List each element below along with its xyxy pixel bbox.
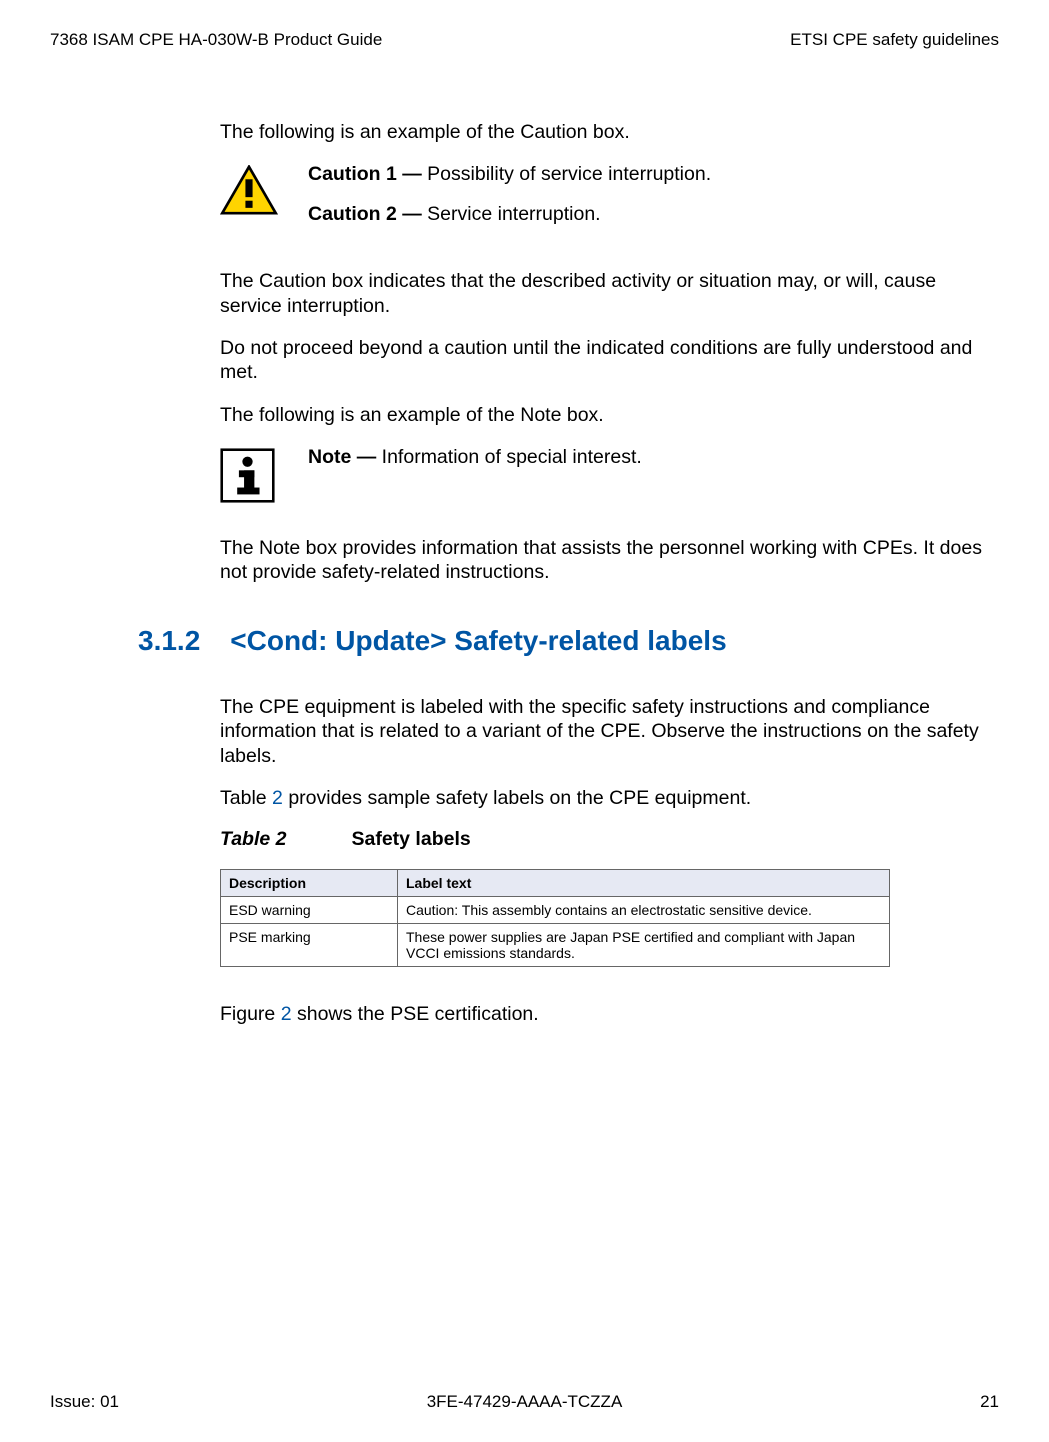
note-text: Information of special interest.	[382, 446, 642, 468]
caution1-label: Caution 1 —	[308, 163, 427, 185]
section-title: <Cond: Update> Safety-related labels	[230, 625, 726, 656]
caution2-label: Caution 2 —	[308, 203, 427, 225]
paragraph: Do not proceed beyond a caution until th…	[220, 336, 989, 385]
page-footer: Issue: 01 3FE-47429-AAAA-TCZZA 21	[50, 1372, 999, 1412]
table-cell: These power supplies are Japan PSE certi…	[398, 924, 890, 967]
header-right: ETSI CPE safety guidelines	[790, 30, 999, 50]
table-label: Table 2	[220, 828, 286, 850]
table-header: Label text	[398, 870, 890, 897]
section-number: 3.1.2	[138, 625, 200, 657]
note-label: Note —	[308, 446, 382, 468]
table-row: ESD warning Caution: This assembly conta…	[221, 897, 890, 924]
paragraph: The Note box provides information that a…	[220, 536, 989, 585]
paragraph: Figure 2 shows the PSE certification.	[220, 1002, 989, 1026]
paragraph: The Caution box indicates that the descr…	[220, 269, 989, 318]
info-icon	[220, 448, 278, 508]
paragraph: Table 2 provides sample safety labels on…	[220, 786, 989, 810]
paragraph: The following is an example of the Cauti…	[220, 120, 989, 144]
section-heading: 3.1.2 <Cond: Update> Safety-related label…	[138, 625, 989, 657]
footer-left: Issue: 01	[50, 1392, 119, 1412]
caution2-text: Service interruption.	[427, 203, 600, 225]
text: Table	[220, 787, 272, 809]
table-row: PSE marking These power supplies are Jap…	[221, 924, 890, 967]
text: shows the PSE certification.	[292, 1003, 539, 1025]
table-cell: PSE marking	[221, 924, 398, 967]
caution-box: Caution 1 — Possibility of service inter…	[220, 162, 989, 241]
caution-line-1: Caution 1 — Possibility of service inter…	[308, 162, 711, 186]
table-header: Description	[221, 870, 398, 897]
table-xref[interactable]: 2	[272, 787, 283, 809]
page-header: 7368 ISAM CPE HA-030W-B Product Guide ET…	[50, 30, 999, 50]
safety-labels-table: Description Label text ESD warning Cauti…	[220, 869, 890, 967]
table-cell: Caution: This assembly contains an elect…	[398, 897, 890, 924]
note-line: Note — Information of special interest.	[308, 445, 642, 469]
table-header-row: Description Label text	[221, 870, 890, 897]
caution-line-2: Caution 2 — Service interruption.	[308, 202, 711, 226]
text: Figure	[220, 1003, 281, 1025]
table-title: Safety labels	[351, 828, 470, 850]
table-cell: ESD warning	[221, 897, 398, 924]
footer-right: 21	[980, 1392, 999, 1412]
caution1-text: Possibility of service interruption.	[427, 163, 711, 185]
note-box: Note — Information of special interest.	[220, 445, 989, 508]
table-caption: Table 2 Safety labels	[220, 828, 989, 851]
main-content: The following is an example of the Cauti…	[220, 120, 989, 1372]
text: provides sample safety labels on the CPE…	[283, 787, 751, 809]
footer-center: 3FE-47429-AAAA-TCZZA	[427, 1392, 623, 1412]
paragraph: The following is an example of the Note …	[220, 403, 989, 427]
header-left: 7368 ISAM CPE HA-030W-B Product Guide	[50, 30, 382, 50]
figure-xref[interactable]: 2	[281, 1003, 292, 1025]
caution-icon	[220, 165, 278, 220]
paragraph: The CPE equipment is labeled with the sp…	[220, 695, 989, 768]
